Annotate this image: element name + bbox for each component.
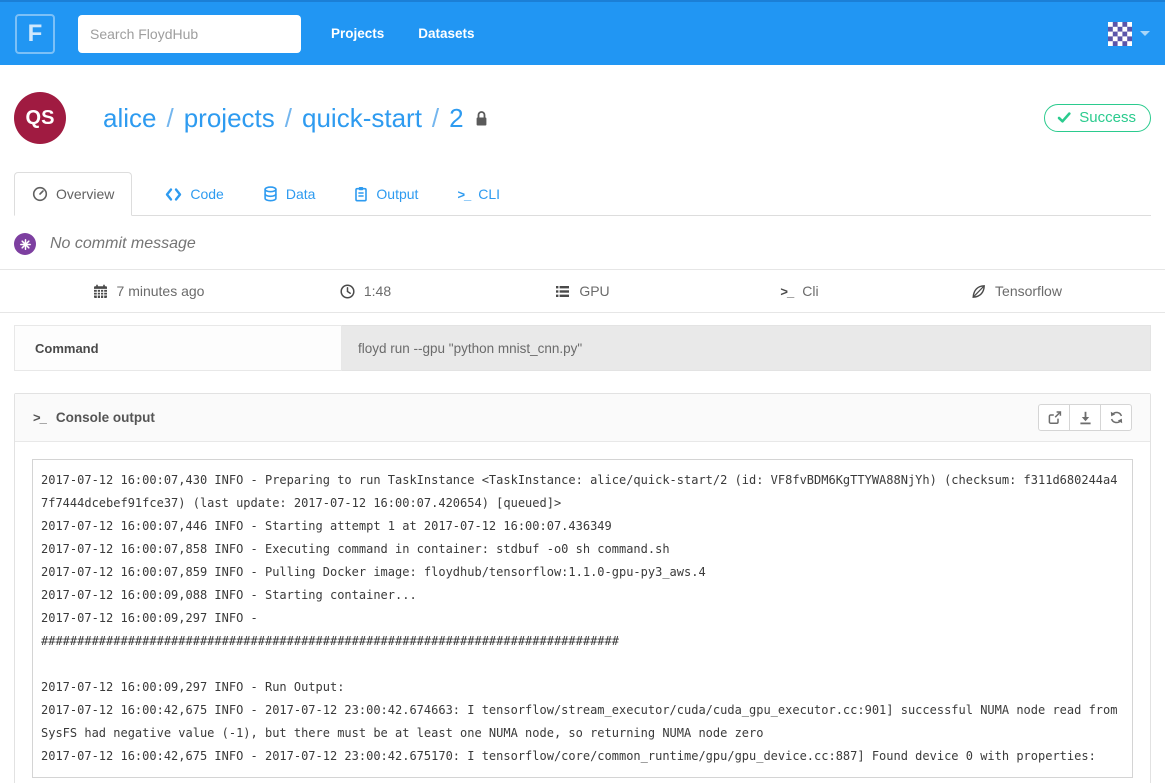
meta-mode-label: Cli [802,283,818,299]
log-line: 2017-07-12 16:00:42,675 INFO - 2017-07-1… [41,745,1124,768]
log-line: SysFS had negative value (-1), but there… [41,722,1124,745]
meta-instance-label: GPU [579,283,609,299]
tab-data[interactable]: Data [246,173,333,215]
open-external-button[interactable] [1038,404,1070,431]
status-label: Success [1079,109,1136,126]
code-icon [165,187,182,202]
meta-duration-label: 1:48 [364,283,391,299]
tab-overview[interactable]: Overview [14,172,132,216]
meta-created: 7 minutes ago [40,283,257,299]
log-line: 2017-07-12 16:00:09,297 INFO - Run Outpu… [41,676,1124,699]
log-line: ########################################… [41,630,1124,653]
breadcrumb-separator: / [275,103,302,134]
database-icon [263,186,278,202]
tab-bar: Overview Code Data [14,172,1151,216]
lock-icon [474,103,489,134]
tab-label: Data [286,186,316,202]
leaf-icon [971,284,986,299]
job-header: QS alice / projects / quick-start / 2 Su… [14,65,1151,144]
clipboard-icon [354,186,368,202]
log-line: 2017-07-12 16:00:09,088 INFO - Starting … [41,584,1124,607]
gauge-icon [32,186,48,202]
tab-label: Overview [56,186,114,202]
breadcrumb-run-number[interactable]: 2 [449,103,463,134]
chevron-down-icon[interactable] [1140,31,1150,36]
top-navbar: F Projects Datasets [0,0,1165,65]
log-line: 2017-07-12 16:00:07,430 INFO - Preparing… [41,469,1124,492]
meta-framework-label: Tensorflow [995,283,1062,299]
navbar-user-area [1108,22,1150,46]
meta-framework: Tensorflow [908,283,1125,299]
meta-mode: >_ Cli [691,283,908,299]
breadcrumb-projects[interactable]: projects [184,103,275,134]
refresh-button[interactable] [1100,404,1132,431]
breadcrumb-user[interactable]: alice [103,103,156,134]
meta-duration: 1:48 [257,283,474,299]
calendar-icon [93,284,108,299]
project-avatar[interactable]: QS [14,92,66,144]
clock-icon [340,284,355,299]
breadcrumb: alice / projects / quick-start / 2 [103,103,489,134]
meta-created-label: 7 minutes ago [117,283,205,299]
console-panel: >_ Console output [14,393,1151,783]
command-value: floyd run --gpu "python mnist_cnn.py" [342,325,1151,371]
refresh-icon [1109,410,1124,425]
breadcrumb-separator: / [422,103,449,134]
nav-link-datasets[interactable]: Datasets [418,16,474,51]
commit-message-row: No commit message [14,233,1151,255]
breadcrumb-project-name[interactable]: quick-start [302,103,422,134]
meta-instance-type: GPU [474,283,691,299]
nav-link-projects[interactable]: Projects [331,16,384,51]
console-actions [1038,404,1132,431]
run-meta-bar: 7 minutes ago 1:48 GPU >_ Cli [0,269,1165,313]
commit-message: No commit message [50,235,196,253]
log-line: 7f7444dcebef91fce37) (last update: 2017-… [41,492,1124,515]
floydhub-logo-icon[interactable]: F [15,14,55,54]
command-row: Command floyd run --gpu "python mnist_cn… [14,325,1151,371]
command-label: Command [14,325,342,371]
tab-label: Code [190,186,223,202]
logo-letter: F [28,20,43,48]
console-log[interactable]: 2017-07-12 16:00:07,430 INFO - Preparing… [32,459,1133,778]
log-line [41,653,1124,676]
tab-label: Output [376,186,418,202]
terminal-icon: >_ [33,410,46,425]
log-line: 2017-07-12 16:00:07,446 INFO - Starting … [41,515,1124,538]
nav-links: Projects Datasets [331,16,509,51]
search-input[interactable] [78,15,301,53]
terminal-icon: >_ [780,284,793,299]
log-line: 2017-07-12 16:00:07,859 INFO - Pulling D… [41,561,1124,584]
external-link-icon [1047,410,1062,425]
check-icon [1056,110,1072,125]
log-line: 2017-07-12 16:00:42,675 INFO - 2017-07-1… [41,699,1124,722]
asterisk-icon [14,233,36,255]
server-icon [555,284,570,299]
console-title: Console output [56,410,155,425]
status-badge[interactable]: Success [1044,104,1151,132]
log-line: 2017-07-12 16:00:09,297 INFO - [41,607,1124,630]
tab-code[interactable]: Code [148,173,240,215]
user-avatar-identicon[interactable] [1108,22,1132,46]
log-line: 2017-07-12 16:00:07,858 INFO - Executing… [41,538,1124,561]
tab-output[interactable]: Output [337,173,435,215]
console-header: >_ Console output [15,394,1150,442]
download-icon [1078,410,1093,425]
tab-label: CLI [478,186,500,202]
project-avatar-initials: QS [26,107,55,130]
tab-cli[interactable]: >_ CLI [440,173,517,215]
terminal-icon: >_ [457,187,470,202]
download-button[interactable] [1069,404,1101,431]
breadcrumb-separator: / [156,103,183,134]
